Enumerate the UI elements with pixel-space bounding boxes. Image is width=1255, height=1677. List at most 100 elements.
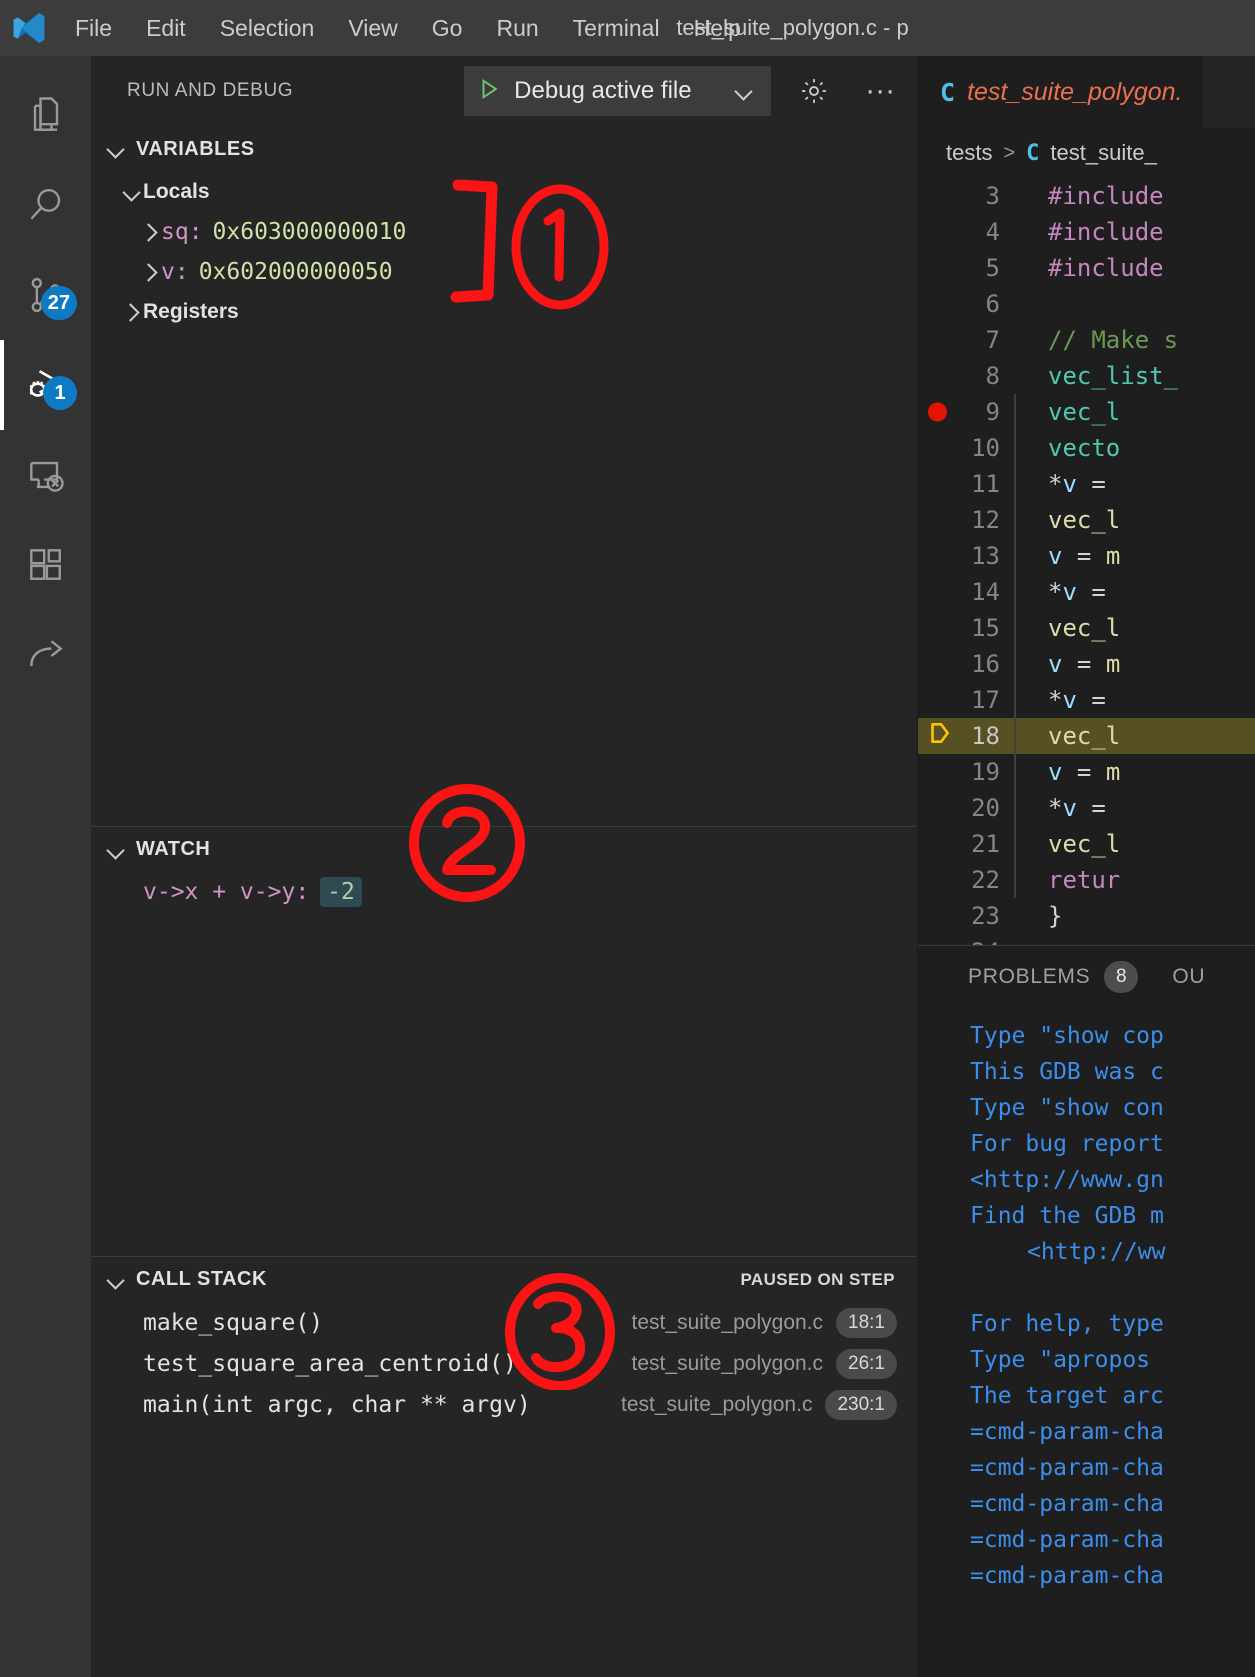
variables-group-locals[interactable]: Locals [91,172,917,212]
terminal-line: <http://ww [1027,1239,1166,1265]
sidebar-item-extensions[interactable] [0,520,91,610]
editor-gutter[interactable]: 8 [918,362,1014,390]
code-line[interactable]: 5 #include [918,250,1255,286]
ellipsis-icon[interactable]: ··· [865,76,895,106]
sidebar-item-explorer[interactable] [0,70,91,160]
editor-gutter[interactable]: 15 [918,614,1014,642]
gear-icon[interactable] [799,76,829,106]
menu-view[interactable]: View [331,9,414,48]
code-line[interactable]: 6 [918,286,1255,322]
code-line[interactable]: 15 vec_l [918,610,1255,646]
code-line[interactable]: 14 *v = [918,574,1255,610]
code-line[interactable]: 3 #include [918,178,1255,214]
editor-gutter[interactable]: 6 [918,290,1014,318]
breadcrumb-file[interactable]: test_suite_ [1050,140,1156,166]
editor-gutter[interactable]: 24 [918,938,1014,945]
editor-gutter[interactable]: 14 [918,578,1014,606]
menu-terminal[interactable]: Terminal [556,9,677,48]
chevron-down-icon[interactable] [105,839,127,861]
code-line[interactable]: 8 vec_list_ [918,358,1255,394]
sidebar-item-search[interactable] [0,160,91,250]
menu-run[interactable]: Run [479,9,555,48]
code-line[interactable]: 19 v = m [918,754,1255,790]
chevron-right-icon[interactable] [139,221,161,243]
call-stack-frame[interactable]: make_square() test_suite_polygon.c 18:1 [91,1302,917,1343]
menu-go[interactable]: Go [415,9,480,48]
editor-gutter[interactable]: 17 [918,686,1014,714]
chevron-down-icon[interactable] [121,181,143,203]
tab-output[interactable]: OU [1172,946,1205,1008]
chevron-down-icon[interactable] [105,138,127,160]
code-line[interactable]: 9 vec_l [918,394,1255,430]
chevron-down-icon[interactable] [105,1269,127,1291]
watch-expression[interactable]: v->x + v->y: [143,879,309,905]
menu-file[interactable]: File [58,9,129,48]
chevron-right-icon[interactable] [139,261,161,283]
launch-config-dropdown[interactable]: Debug active file [464,66,772,116]
menu-help[interactable]: Help [677,9,758,48]
code-line[interactable]: 22 retur [918,862,1255,898]
editor-tab-test-suite-polygon[interactable]: C test_suite_polygon. [918,56,1203,128]
code-line[interactable]: 12 vec_l [918,502,1255,538]
watch-pane-header[interactable]: WATCH [91,826,917,872]
editor-gutter[interactable]: 18 [918,722,1014,750]
sidebar-item-source-control[interactable]: 27 [0,250,91,340]
code-line[interactable]: 4 #include [918,214,1255,250]
editor-gutter[interactable]: 4 [918,218,1014,246]
code-line[interactable]: 18 vec_l [918,718,1255,754]
debug-console-output[interactable]: Type "show cop This GDB was c Type "show c… [918,1008,1255,1677]
chevron-down-icon[interactable] [733,80,755,102]
editor-gutter[interactable]: 19 [918,758,1014,786]
editor-gutter[interactable]: 20 [918,794,1014,822]
line-number: 3 [985,182,1000,210]
editor-gutter[interactable]: 23 [918,902,1014,930]
menu-edit[interactable]: Edit [129,9,203,48]
variable-row-sq[interactable]: sq: 0x603000000010 [91,212,917,252]
call-stack-frame[interactable]: main(int argc, char ** argv) test_suite_… [91,1384,917,1425]
code-line[interactable]: 16 v = m [918,646,1255,682]
code-line[interactable]: 13 v = m [918,538,1255,574]
breadcrumb-folder[interactable]: tests [946,140,992,166]
sidebar-item-share[interactable] [0,610,91,700]
editor-gutter[interactable]: 5 [918,254,1014,282]
editor-gutter[interactable]: 12 [918,506,1014,534]
code-token: vecto [1048,434,1121,462]
editor-gutter[interactable]: 13 [918,542,1014,570]
sidebar-item-run-and-debug[interactable]: 1 [0,340,91,430]
editor-gutter[interactable]: 3 [918,182,1014,210]
code-token: v [1048,650,1063,678]
sidebar-item-remote-explorer[interactable] [0,430,91,520]
editor-gutter[interactable]: 7 [918,326,1014,354]
editor-gutter[interactable]: 16 [918,650,1014,678]
code-line[interactable]: 17 *v = [918,682,1255,718]
code-line[interactable]: 20 *v = [918,790,1255,826]
code-line[interactable]: 24 [918,934,1255,945]
breakpoint-icon[interactable] [928,402,947,422]
tab-problems[interactable]: PROBLEMS 8 [968,946,1139,1008]
menu-selection[interactable]: Selection [203,9,332,48]
code-line[interactable]: 7 // Make s [918,322,1255,358]
editor-gutter[interactable]: 11 [918,470,1014,498]
code-line[interactable]: 23} [918,898,1255,934]
code-line[interactable]: 11 *v = [918,466,1255,502]
code-editor[interactable]: 3 #include 4 #include 5 #include 6 7 // Make s 8 v… [918,178,1255,945]
call-stack-pane-header[interactable]: CALL STACK PAUSED ON STEP [91,1256,917,1302]
activity-bar: 27 1 [0,56,91,1677]
code-line[interactable]: 21 vec_l [918,826,1255,862]
code-token: * [1048,470,1063,498]
editor-gutter[interactable]: 9 [918,398,1014,426]
editor-gutter[interactable]: 21 [918,830,1014,858]
menu-bar[interactable]: File Edit Selection View Go Run Terminal… [58,9,758,48]
code-line[interactable]: 10 vecto [918,430,1255,466]
editor-gutter[interactable]: 10 [918,434,1014,462]
call-stack-frame[interactable]: test_square_area_centroid() test_suite_p… [91,1343,917,1384]
start-debug-icon[interactable] [478,77,500,106]
launch-config-label: Debug active file [514,77,692,104]
run-debug-badge: 1 [43,376,77,410]
watch-item[interactable]: v->x + v->y: -2 [91,872,917,912]
variable-row-v[interactable]: v: 0x602000000050 [91,252,917,292]
variables-group-registers[interactable]: Registers [91,292,917,332]
variables-pane-header[interactable]: VARIABLES [91,126,917,172]
editor-gutter[interactable]: 22 [918,866,1014,894]
chevron-right-icon[interactable] [121,301,143,323]
